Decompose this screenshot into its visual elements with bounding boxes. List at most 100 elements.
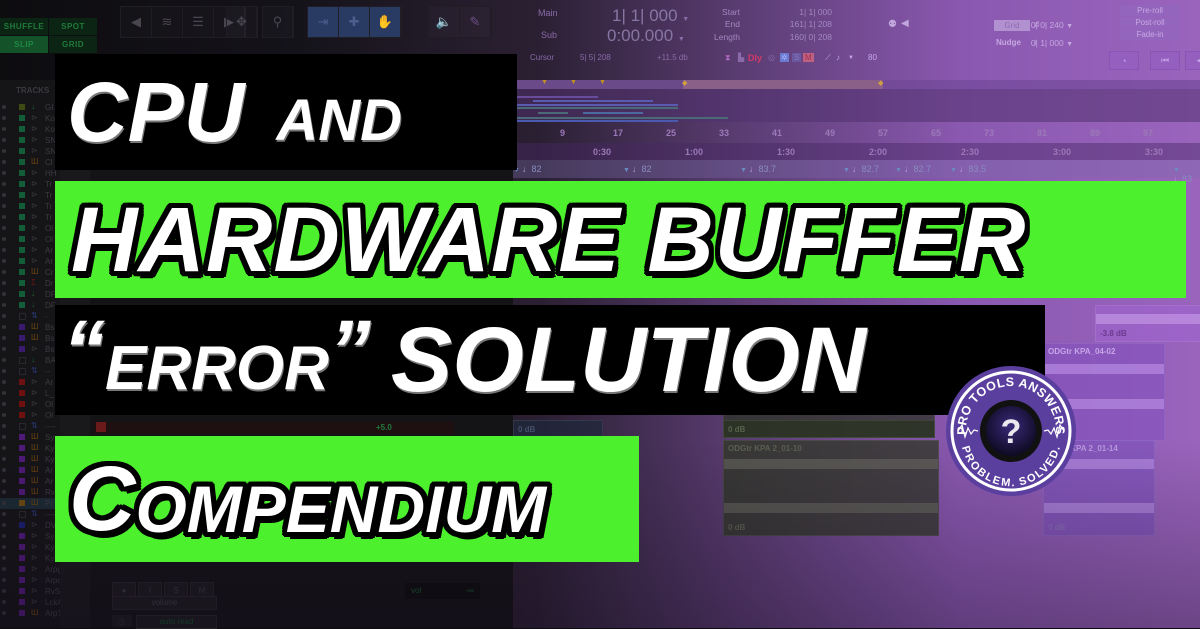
track-show-toggle[interactable] (2, 402, 6, 406)
selection-end-icon[interactable]: ◆ (878, 79, 883, 87)
track-list-item[interactable]: ⇅ - (0, 311, 60, 322)
track-show-toggle[interactable] (2, 303, 6, 307)
track-list-item[interactable]: ↓ BA (0, 355, 60, 366)
slip-mode-button[interactable]: SLIP (0, 36, 48, 53)
track-list-item[interactable]: ⊳ Ol (0, 410, 60, 421)
track-list-item[interactable]: ↓ GI (0, 102, 60, 113)
track-show-toggle[interactable] (2, 160, 6, 164)
track-show-toggle[interactable] (2, 270, 6, 274)
track-list-item[interactable]: ⊳ HH (0, 168, 60, 179)
tempo-ruler[interactable]: ▼ ♩82 ▼ ♩82 ▼ ♩83.7 ▼ ♩82.7 ▼ ♩82.7 ▼ ♩83.5 ▼ … (513, 160, 1200, 184)
midi-zoom-icon[interactable]: ☰ (183, 7, 214, 37)
speaker-icon[interactable]: ◀ (901, 18, 909, 29)
grid-mode-button[interactable]: GRID (49, 36, 97, 53)
bars-beats-ruler[interactable]: 9 17 25 33 41 49 57 65 73 81 89 97 (513, 124, 1200, 143)
track-show-toggle[interactable] (2, 578, 6, 582)
sub-counter-value[interactable]: 0:00.000 ▼ (607, 26, 685, 46)
track-show-toggle[interactable] (2, 589, 6, 593)
track-list-item[interactable]: ⊳ Kys2 (0, 553, 63, 564)
audio-clip[interactable]: -3.8 dB (1095, 305, 1200, 342)
track-show-toggle[interactable] (2, 413, 6, 417)
track-show-toggle[interactable] (2, 512, 6, 516)
tempo-event[interactable]: ▼ ♩82 (623, 164, 651, 174)
track-show-toggle[interactable] (2, 215, 6, 219)
track-show-toggle[interactable] (2, 380, 6, 384)
track-show-toggle[interactable] (2, 611, 6, 615)
track-show-toggle[interactable] (2, 446, 6, 450)
chevron-down-icon[interactable]: ▼ (1066, 41, 1073, 48)
track-list-item[interactable]: ↓ DF (0, 289, 60, 300)
track-show-toggle[interactable] (2, 479, 6, 483)
track-show-toggle[interactable] (2, 248, 6, 252)
delay-compensation-toggle[interactable]: Dly (748, 53, 762, 63)
track-list-item[interactable]: Ш Pi (0, 498, 60, 509)
track-show-toggle[interactable] (2, 193, 6, 197)
fade-in-button[interactable]: Fade-in (1120, 29, 1180, 40)
audio-clip[interactable]: 0 dB (723, 420, 935, 438)
track-show-toggle[interactable] (2, 237, 6, 241)
automation-icon[interactable] (96, 422, 106, 432)
tempo-event[interactable]: ▼ ♩83.7 (740, 164, 776, 174)
magnifier-icon[interactable]: ⚲ (263, 7, 293, 37)
track-show-toggle[interactable] (2, 281, 6, 285)
track-list-item[interactable]: ⊳ Ol (0, 234, 60, 245)
track-show-toggle[interactable] (2, 556, 6, 560)
solo-button[interactable]: S (792, 53, 802, 62)
selection-start-icon[interactable]: ◆ (682, 79, 687, 87)
track-list-item[interactable]: Ш Rv (0, 487, 60, 498)
track-list-item[interactable]: ⊳ Ko (0, 113, 60, 124)
selector-tool-icon[interactable]: ✚ (339, 7, 370, 37)
track-show-toggle[interactable] (2, 171, 6, 175)
track-show-toggle[interactable] (2, 336, 6, 340)
track-list-item[interactable]: ⊳ DV (0, 520, 60, 531)
online-clock-icon[interactable]: ◔ (1109, 51, 1139, 70)
track-list-item[interactable]: ⊳ Ar (0, 377, 60, 388)
track-list-item[interactable]: ⊳ Ky (0, 542, 60, 553)
chevron-down-icon[interactable]: ▼ (848, 55, 854, 61)
return-to-zero-icon[interactable]: ⏮ (1150, 51, 1180, 70)
chevron-down-icon[interactable]: ▼ (678, 36, 685, 43)
page-icon[interactable]: ▙ (738, 53, 744, 62)
track-list-item[interactable]: ⊳ RvSy (0, 586, 64, 597)
spot-mode-button[interactable]: SPOT (49, 18, 97, 35)
tempo-event[interactable]: ▼ ♩82.7 (843, 164, 879, 174)
scrubber-speaker-icon[interactable]: 🔈 (429, 7, 460, 37)
track-list-item[interactable]: Ш Ky (0, 443, 60, 454)
track-list-item[interactable]: Ш Ar (0, 476, 60, 487)
track-list-item[interactable]: ⇅ ---- (0, 509, 60, 520)
midi-input-icon[interactable]: ⚉ (888, 19, 897, 30)
track-list-item[interactable]: Σ Dr (0, 278, 60, 289)
chevron-down-icon[interactable]: ▼ (1066, 23, 1073, 30)
track-show-toggle[interactable] (2, 292, 6, 296)
tempo-event[interactable]: ▼ ♩83.5 (950, 164, 986, 174)
track-list-item[interactable]: ⊳ Tr (0, 179, 60, 190)
track-list-item[interactable]: Ш Cl (0, 157, 60, 168)
track-show-toggle[interactable] (2, 457, 6, 461)
track-list-item[interactable]: ⊳ Arpg (0, 564, 62, 575)
track-show-toggle[interactable] (2, 424, 6, 428)
track-list-item[interactable]: ⊳ Ko (0, 124, 60, 135)
track-show-toggle[interactable] (2, 545, 6, 549)
track-list-item[interactable]: ⊳ Tr (0, 212, 60, 223)
track-show-toggle[interactable] (2, 226, 6, 230)
chevron-down-icon[interactable]: ▼ (682, 16, 689, 23)
record-mode-icon[interactable]: ◎ (768, 53, 775, 62)
marker-icon[interactable]: ▼ (599, 79, 606, 86)
track-show-toggle[interactable] (2, 105, 6, 109)
trim-tool-icon[interactable]: ⇥ (308, 7, 339, 37)
grabber-hand-icon[interactable]: ✋ (370, 7, 401, 37)
metronome-icon[interactable]: ⏃ (112, 615, 132, 627)
track-list-item[interactable]: ⊳ Ar (0, 245, 60, 256)
track-show-toggle[interactable] (2, 490, 6, 494)
grid-value[interactable]: 0| 0| 240 ▼ (1031, 20, 1073, 30)
rewind-icon[interactable]: ◀ (1185, 51, 1200, 70)
track-list-item[interactable]: ⇅ ---- (0, 421, 60, 432)
nudge-label[interactable]: Nudge (996, 38, 1021, 47)
length-value[interactable]: 160| 0| 208 (762, 32, 832, 42)
tempo-event[interactable]: ▼ ♩82.7 (895, 164, 931, 174)
track-list-item[interactable]: Ш Bs (0, 322, 60, 333)
track-list-item[interactable]: ⊳ LckA (0, 597, 63, 608)
automation-mode-select[interactable]: auto read (136, 615, 217, 629)
audio-clip[interactable]: ODGtr KPA 2_01-10 0 dB (723, 440, 939, 536)
automation-target-select[interactable]: volume (112, 596, 217, 610)
